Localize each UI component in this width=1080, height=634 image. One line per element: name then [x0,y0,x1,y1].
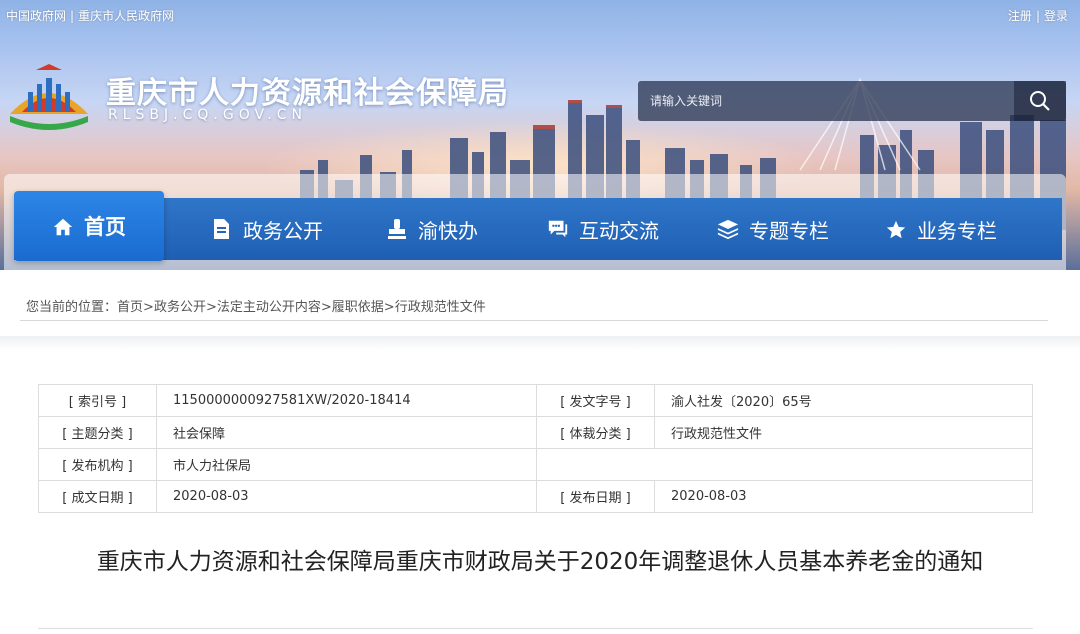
link-gov-cn[interactable]: 中国政府网 [6,9,66,23]
breadcrumb-item-home[interactable]: 首页 [117,300,143,315]
main-nav: 首页 政务公开 渝快办 互动交流 专题专栏 业务专栏 [14,191,1062,261]
breadcrumb-item-gov-affairs[interactable]: 政务公开 [154,300,206,315]
subject-label: [ 主题分类 ] [38,416,157,449]
breadcrumb-separator: > [205,300,217,315]
index-value: 1150000000927581XW/2020-18414 [156,384,537,417]
genre-value: 行政规范性文件 [654,416,1033,449]
breadcrumb-separator: > [383,300,395,315]
stamp-icon [386,218,408,240]
layers-icon [717,218,739,240]
top-links: 中国政府网 | 重庆市人民政府网 [6,7,174,24]
nav-item-interaction[interactable]: 互动交流 [538,198,668,260]
register-link[interactable]: 注册 [1008,9,1032,23]
link-cq-gov[interactable]: 重庆市人民政府网 [78,9,174,23]
top-links-separator: | [70,9,75,23]
login-link[interactable]: 登录 [1044,9,1068,23]
nav-item-label: 业务专栏 [917,218,997,243]
nav-item-label: 渝快办 [418,218,478,243]
published-date-value: 2020-08-03 [654,480,1033,513]
breadcrumb-divider [20,320,1048,321]
title-divider [38,628,1033,629]
nav-item-business[interactable]: 业务专栏 [876,198,1006,260]
nav-item-label: 政务公开 [243,218,323,243]
search-box [638,81,1066,121]
nav-item-gov-affairs[interactable]: 政务公开 [202,198,332,260]
star-icon [885,218,907,240]
nav-item-label: 互动交流 [579,218,659,243]
table-row: [ 发布机构 ] 市人力社保局 [38,448,1033,481]
docno-value: 渝人社发〔2020〕65号 [654,384,1033,417]
nav-item-home[interactable]: 首页 [14,191,164,261]
home-icon [52,215,74,237]
site-domain: RLSBJ.CQ.GOV.CN [108,107,307,123]
user-links: 注册 | 登录 [1008,7,1068,24]
chat-icon [547,218,569,240]
issuer-value: 市人力社保局 [156,448,537,481]
search-input[interactable] [638,81,1010,121]
document-icon [211,218,233,240]
index-label: [ 索引号 ] [38,384,157,417]
breadcrumb-separator: > [320,300,332,315]
issuer-label: [ 发布机构 ] [38,448,157,481]
nav-item-label: 专题专栏 [749,218,829,243]
user-links-separator: | [1035,9,1040,23]
nav-item-yukuaiban[interactable]: 渝快办 [382,198,482,260]
breadcrumb-separator: > [143,300,154,315]
breadcrumb-item-duty-basis[interactable]: 履职依据 [332,300,384,315]
table-row: [ 主题分类 ] 社会保障 [ 体裁分类 ] 行政规范性文件 [38,416,1033,449]
created-date-label: [ 成文日期 ] [38,480,157,513]
breadcrumb-item-normative-docs[interactable]: 行政规范性文件 [395,300,486,315]
site-logo[interactable] [6,62,92,130]
created-date-value: 2020-08-03 [156,480,537,513]
nav-item-special-topics[interactable]: 专题专栏 [708,198,838,260]
docno-label: [ 发文字号 ] [536,384,655,417]
table-row: [ 成文日期 ] 2020-08-03 [ 发布日期 ] 2020-08-03 [38,480,1033,513]
site-title: 重庆市人力资源和社会保障局 [106,76,509,111]
document-info-table: [ 索引号 ] 1150000000927581XW/2020-18414 [ … [38,384,1033,513]
nav-item-label: 首页 [84,215,126,239]
published-date-label: [ 发布日期 ] [536,480,655,513]
search-icon [1030,91,1050,111]
article-title: 重庆市人力资源和社会保障局重庆市财政局关于2020年调整退休人员基本养老金的通知 [96,549,984,575]
empty-cell [536,448,655,481]
content-top-shadow [0,336,1080,350]
subject-value: 社会保障 [156,416,537,449]
search-button[interactable] [1014,81,1066,121]
empty-cell [654,448,1033,481]
genre-label: [ 体裁分类 ] [536,416,655,449]
breadcrumb: 您当前的位置：首页>政务公开>法定主动公开内容>履职依据>行政规范性文件 [26,296,486,315]
breadcrumb-prefix: 您当前的位置： [26,300,118,315]
table-row: [ 索引号 ] 1150000000927581XW/2020-18414 [ … [38,384,1033,417]
breadcrumb-item-statutory[interactable]: 法定主动公开内容 [217,300,321,315]
